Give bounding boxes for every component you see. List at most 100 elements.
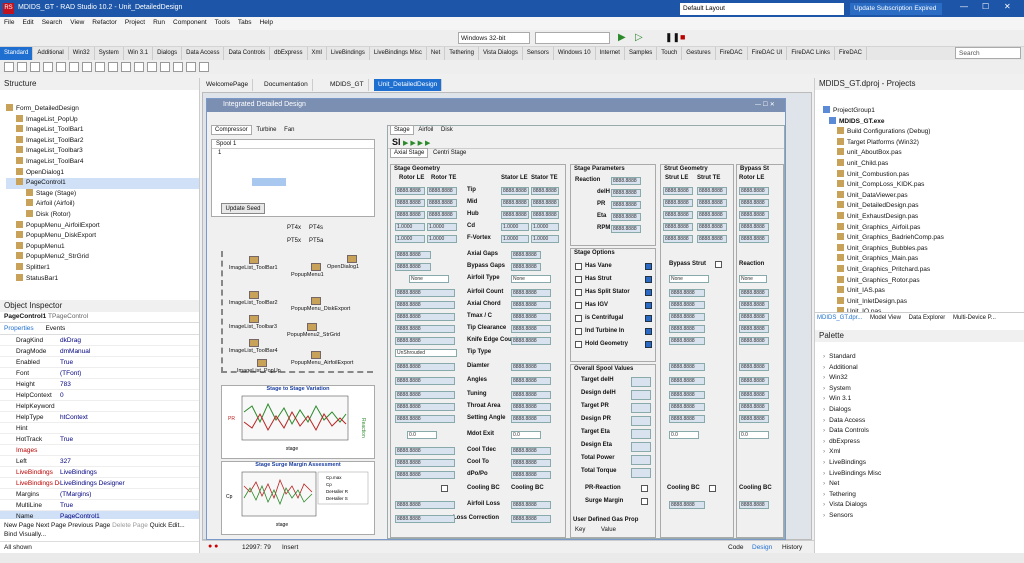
property-value[interactable]: True xyxy=(60,500,199,510)
structure-item[interactable]: Airfoil (Airfoil) xyxy=(6,199,199,210)
menu-run[interactable]: Run xyxy=(149,17,169,28)
overall-field[interactable] xyxy=(631,377,651,387)
value-field[interactable]: 8888.8888 xyxy=(501,187,529,195)
option-checkbox[interactable] xyxy=(575,302,582,309)
button-icon[interactable] xyxy=(95,62,105,72)
palette-tab-gestures[interactable]: Gestures xyxy=(682,47,716,60)
structure-item[interactable]: ImageList_ToolBar4 xyxy=(6,156,199,168)
value-field[interactable]: 8888.8888 xyxy=(511,501,551,509)
strut-field[interactable]: 8888.8888 xyxy=(669,301,705,309)
value-field[interactable]: 8888.8888 xyxy=(395,403,455,411)
spool-cell[interactable]: 1 xyxy=(212,149,374,157)
config-select[interactable] xyxy=(535,32,610,44)
menu-tools[interactable]: Tools xyxy=(211,17,234,28)
palette-tab-tethering[interactable]: Tethering xyxy=(445,47,479,60)
delete-page-link[interactable]: Delete Page xyxy=(112,522,148,529)
value-field[interactable]: 8888.8888 xyxy=(427,211,457,219)
value-field[interactable]: 8888.8888 xyxy=(395,447,455,455)
palette-category[interactable]: › Dialogs xyxy=(823,405,1024,416)
component-tile-icon[interactable] xyxy=(257,359,267,367)
listbox-icon[interactable] xyxy=(134,62,144,72)
component-tile-icon[interactable] xyxy=(249,291,259,299)
value-field[interactable]: 8888.8888 xyxy=(511,377,551,385)
next-page-link[interactable]: Next Page xyxy=(36,522,66,529)
minimize-icon[interactable]: — xyxy=(960,2,968,11)
tip-type-select[interactable]: UnShrouded xyxy=(395,349,457,357)
layout-select[interactable]: Default Layout xyxy=(680,3,844,15)
menu-file[interactable]: File xyxy=(0,17,18,28)
palette-tab-standard[interactable]: Standard xyxy=(0,47,34,60)
value-field[interactable]: 8888.8888 xyxy=(427,199,457,207)
tab-documentation[interactable]: Documentation xyxy=(260,79,313,91)
bypass-field[interactable]: 8888.8888 xyxy=(739,325,769,333)
value-field[interactable]: 8888.8888 xyxy=(531,211,559,219)
palette-search-input[interactable]: Search xyxy=(955,47,1021,59)
palette-tab-dbexpress[interactable]: dbExpress xyxy=(270,47,308,60)
option-checkbox[interactable] xyxy=(575,276,582,283)
tab-design[interactable]: Design xyxy=(752,544,772,551)
bypass-field[interactable]: 8888.8888 xyxy=(739,301,769,309)
property-value[interactable] xyxy=(60,423,199,433)
property-row[interactable]: Images xyxy=(0,445,199,456)
project-item[interactable]: Unit_Graphics_Rotor.pas xyxy=(823,275,1024,287)
option-checkbox-right[interactable] xyxy=(645,289,652,296)
menu-edit[interactable]: Edit xyxy=(18,17,37,28)
strut-field[interactable]: 8888.8888 xyxy=(669,415,705,423)
label-icon[interactable] xyxy=(56,62,66,72)
bypass-select[interactable]: None xyxy=(739,275,767,283)
frame-icon[interactable] xyxy=(17,62,27,72)
bypass-field[interactable]: 8888.8888 xyxy=(739,415,769,423)
component-tile-icon[interactable] xyxy=(249,315,259,323)
bypass-field[interactable]: 8888.8888 xyxy=(739,223,769,231)
option-checkbox-right[interactable] xyxy=(645,263,652,270)
tab-model-view[interactable]: Model View xyxy=(870,315,901,321)
value-field[interactable]: 8888.8888 xyxy=(427,187,457,195)
project-item[interactable]: Unit_Graphics_BadriehComp.pas xyxy=(823,233,1024,244)
strut-mdot-field[interactable]: 0.0 xyxy=(669,431,699,439)
project-item[interactable]: ProjectGroup1 xyxy=(823,106,1024,117)
value-field[interactable]: 8888.8888 xyxy=(511,447,551,455)
menu-refactor[interactable]: Refactor xyxy=(88,17,121,28)
value-field[interactable]: 8888.8888 xyxy=(511,471,551,479)
strut-field[interactable]: 8888.8888 xyxy=(697,235,727,243)
tab-compressor[interactable]: Compressor xyxy=(211,125,252,135)
tab-airfoil[interactable]: Airfoil xyxy=(415,126,436,134)
bypass-field[interactable]: 8888.8888 xyxy=(739,235,769,243)
property-value[interactable]: dmManual xyxy=(60,346,199,356)
value-field[interactable]: 8888.8888 xyxy=(511,515,551,523)
strut-field[interactable]: 8888.8888 xyxy=(663,211,693,219)
palette-category[interactable]: › dbExpress xyxy=(823,437,1024,448)
component-tile-icon[interactable] xyxy=(311,351,321,359)
value-field[interactable]: 8888.8888 xyxy=(395,301,455,309)
strut-field[interactable]: 8888.8888 xyxy=(669,363,705,371)
param-field[interactable]: 8888.8888 xyxy=(611,177,641,185)
property-value[interactable]: 0 xyxy=(60,390,199,400)
strut-airfoil-select[interactable]: None xyxy=(669,275,709,283)
property-value[interactable]: LiveBindings Designer xyxy=(60,478,199,488)
overall-field[interactable] xyxy=(631,416,651,426)
strut-field[interactable]: 8888.8888 xyxy=(697,211,727,219)
strut-field[interactable]: 8888.8888 xyxy=(669,289,705,297)
tab-mdids-gt[interactable]: MDIDS_GT xyxy=(326,79,369,91)
update-subscription-button[interactable]: Update Subscription Expired xyxy=(850,3,942,15)
structure-item[interactable]: PopupMenu_AirfoilExport xyxy=(6,220,199,232)
new-page-link[interactable]: New Page xyxy=(4,522,34,529)
strut-field[interactable]: 8888.8888 xyxy=(663,223,693,231)
value-field[interactable]: 1.0000 xyxy=(531,223,559,231)
strut-field[interactable]: 8888.8888 xyxy=(669,325,705,333)
palette-category[interactable]: › Xml xyxy=(823,447,1024,458)
edit-icon[interactable] xyxy=(69,62,79,72)
option-checkbox-right[interactable] xyxy=(645,315,652,322)
strut-cooling-checkbox[interactable] xyxy=(709,485,716,492)
value-field[interactable]: 8888.8888 xyxy=(395,325,455,333)
run-without-debug-icon[interactable]: ▷ xyxy=(635,32,643,43)
project-item[interactable]: Build Configurations (Debug) xyxy=(823,127,1024,138)
bypass-field[interactable]: 8888.8888 xyxy=(739,377,769,385)
param-field[interactable]: 8888.8888 xyxy=(611,213,641,221)
strut-field[interactable]: 8888.8888 xyxy=(663,199,693,207)
bypass-mdot-field[interactable]: 0.0 xyxy=(739,431,769,439)
strut-field[interactable]: 8888.8888 xyxy=(663,235,693,243)
palette-tab-data-controls[interactable]: Data Controls xyxy=(224,47,271,60)
structure-item[interactable]: PopupMenu2_StrGrid xyxy=(6,252,199,263)
project-item[interactable]: unit_AboutBox.pas xyxy=(823,148,1024,159)
